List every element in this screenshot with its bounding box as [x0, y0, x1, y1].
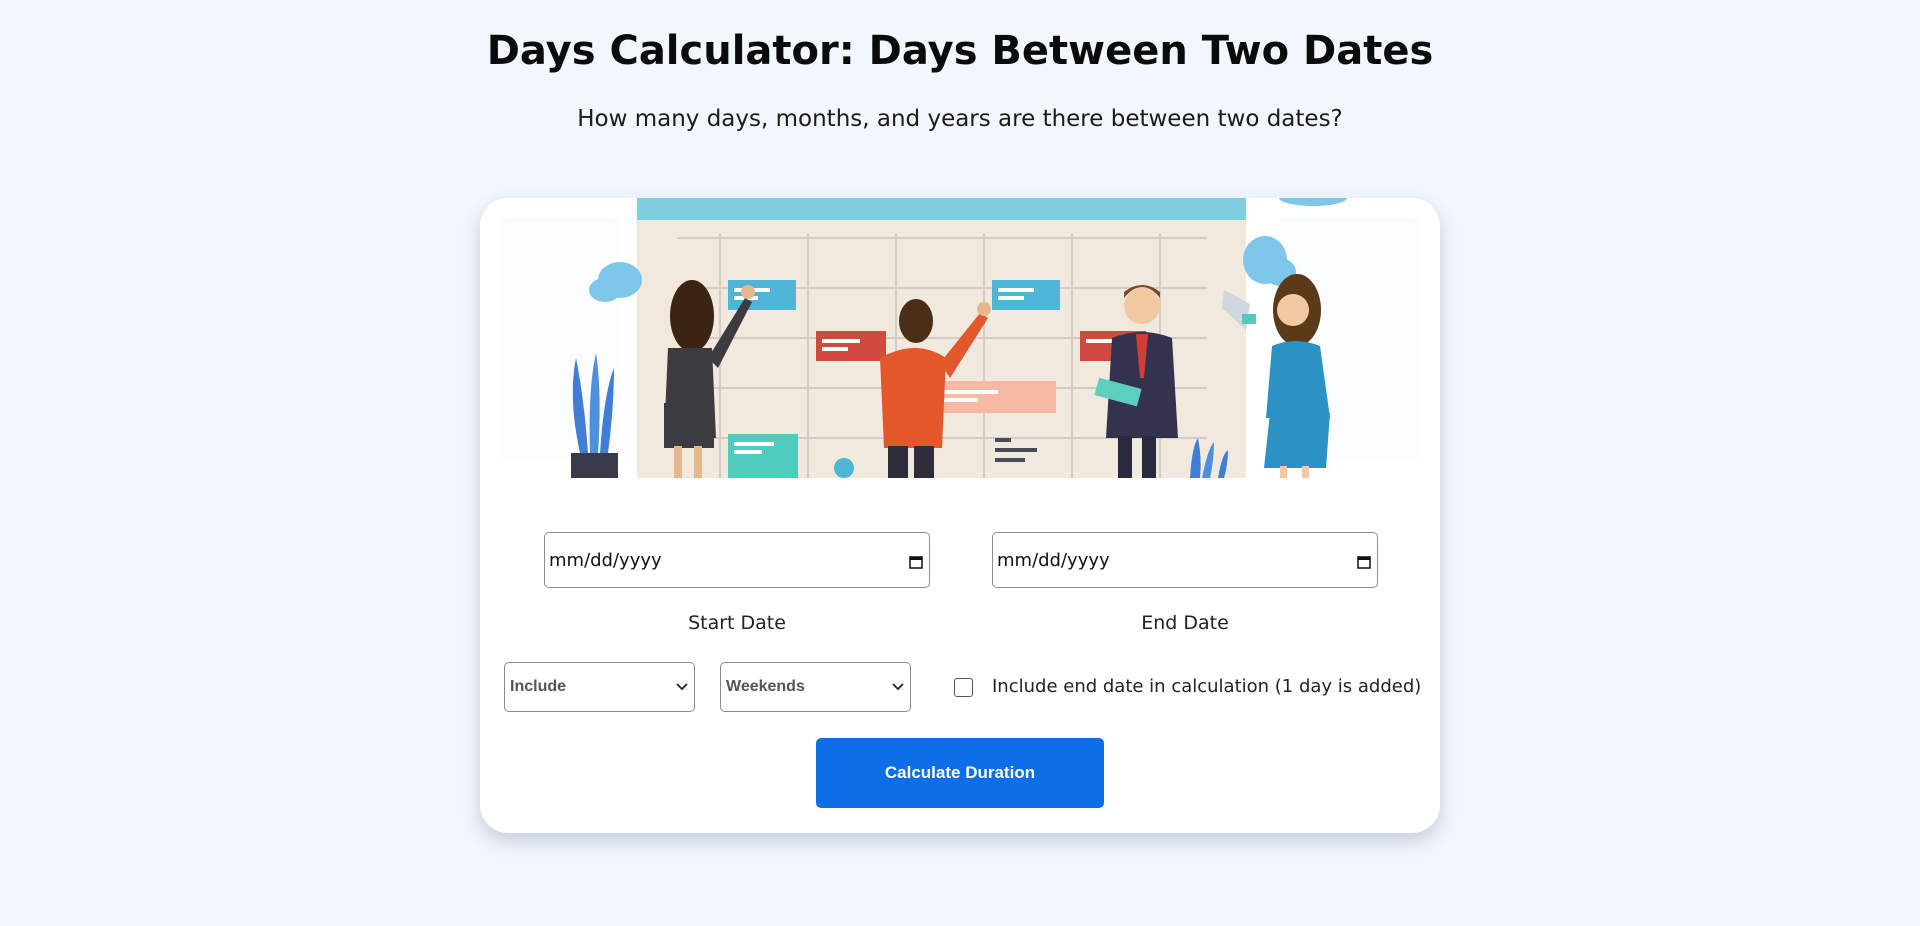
calendar-icon[interactable]: [909, 553, 923, 569]
calendar-icon[interactable]: [1357, 553, 1371, 569]
weekends-select[interactable]: Weekends: [720, 662, 911, 712]
calendar-team-illustration: [480, 198, 1440, 478]
include-end-date-checkbox[interactable]: [954, 678, 973, 697]
start-date-label: Start Date: [688, 612, 786, 634]
include-select[interactable]: Include: [504, 662, 695, 712]
calculate-duration-button[interactable]: Calculate Duration: [816, 738, 1104, 808]
page-title: Days Calculator: Days Between Two Dates: [486, 28, 1434, 74]
end-date-input[interactable]: mm/dd/yyyy: [992, 532, 1378, 588]
weekends-select-value: Weekends: [726, 678, 805, 695]
calculator-card: mm/dd/yyyy mm/dd/yyyy Start Date End Dat…: [480, 198, 1440, 833]
start-date-input[interactable]: mm/dd/yyyy: [544, 532, 930, 588]
chevron-down-icon: [676, 678, 688, 696]
chevron-down-icon: [892, 678, 904, 696]
end-date-label: End Date: [1141, 612, 1229, 634]
include-select-value: Include: [510, 678, 567, 695]
page-subtitle: How many days, months, and years are the…: [577, 106, 1343, 132]
include-end-date-label[interactable]: Include end date in calculation (1 day i…: [992, 676, 1421, 697]
page: Days Calculator: Days Between Two Dates …: [0, 0, 1920, 926]
end-date-placeholder: mm/dd/yyyy: [997, 549, 1110, 571]
start-date-placeholder: mm/dd/yyyy: [549, 549, 662, 571]
